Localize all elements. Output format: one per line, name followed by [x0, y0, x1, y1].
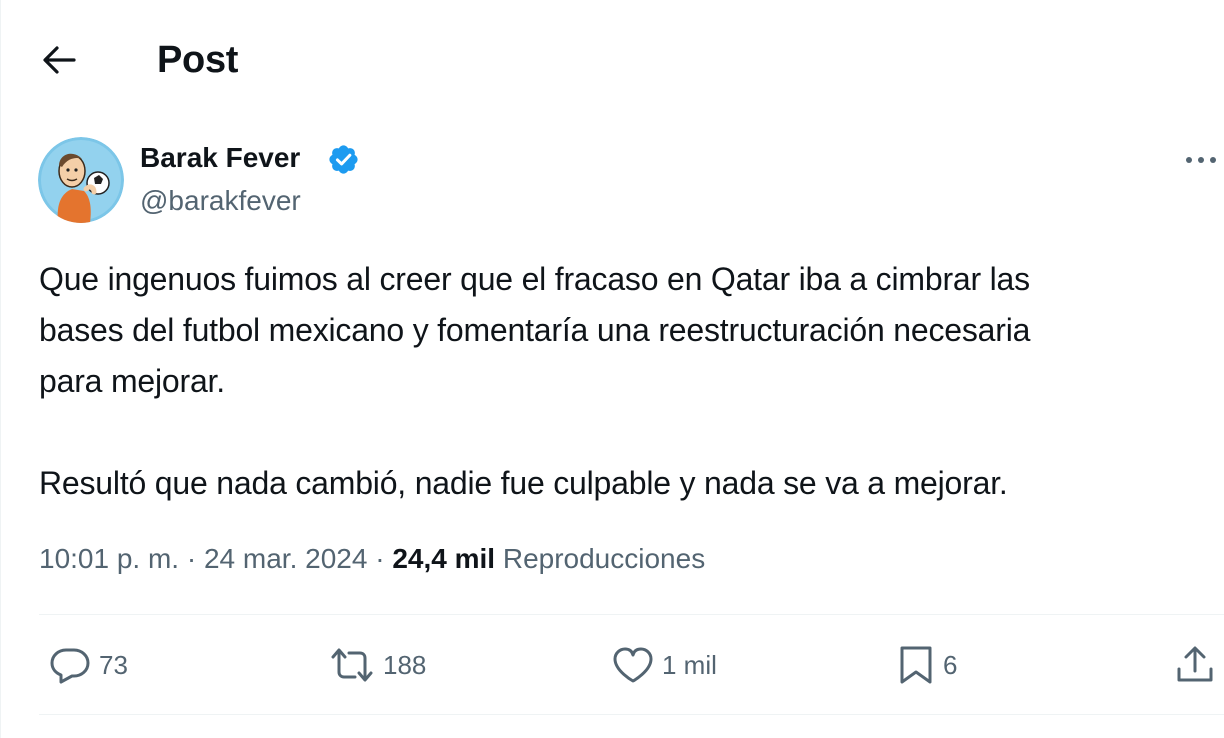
tweet-paragraph: Que ingenuos fuimos al creer que el frac… [39, 261, 1031, 399]
tweet-meta: 10:01 p. m. · 24 mar. 2024 · 24,4 mil Re… [39, 539, 705, 579]
like-button[interactable]: 1 mil [612, 640, 717, 690]
tweet-time[interactable]: 10:01 p. m. [39, 543, 179, 574]
tweet-paragraph: Resultó que nada cambió, nadie fue culpa… [39, 465, 1008, 501]
reply-bubble-icon [49, 646, 91, 684]
retweet-icon [329, 646, 375, 684]
share-button[interactable] [1175, 640, 1215, 690]
retweet-button[interactable]: 188 [329, 640, 426, 690]
avatar-image [38, 137, 124, 223]
tweet-date[interactable]: 24 mar. 2024 [204, 543, 367, 574]
more-options-button[interactable] [1184, 140, 1224, 180]
views-label: Reproducciones [502, 543, 706, 574]
more-horizontal-icon [1186, 157, 1216, 163]
bookmark-count: 6 [943, 649, 958, 680]
post-page: Post Barak Fever @barakfever Que ingenuo… [0, 0, 1224, 738]
reply-button[interactable]: 73 [49, 640, 128, 690]
page-title: Post [157, 39, 239, 81]
back-button[interactable] [31, 36, 87, 84]
author-display-name[interactable]: Barak Fever [140, 140, 300, 176]
author-handle[interactable]: @barakfever [140, 183, 301, 219]
avatar[interactable] [38, 137, 124, 223]
like-count: 1 mil [662, 649, 717, 680]
meta-separator: · [375, 543, 385, 574]
reply-count: 73 [99, 649, 128, 680]
share-upload-icon [1175, 645, 1215, 685]
top-bar: Post [1, 0, 1224, 118]
divider [39, 614, 1224, 615]
arrow-left-icon [43, 46, 76, 74]
retweet-count: 188 [383, 649, 427, 680]
bookmark-button[interactable]: 6 [897, 640, 957, 690]
divider [39, 714, 1224, 715]
bookmark-icon [897, 645, 935, 685]
meta-separator: · [186, 543, 197, 574]
views-count[interactable]: 24,4 mil [392, 543, 495, 574]
heart-icon [612, 646, 654, 684]
verified-badge-icon [329, 145, 358, 174]
tweet-text: Que ingenuos fuimos al creer que el frac… [39, 254, 1219, 509]
